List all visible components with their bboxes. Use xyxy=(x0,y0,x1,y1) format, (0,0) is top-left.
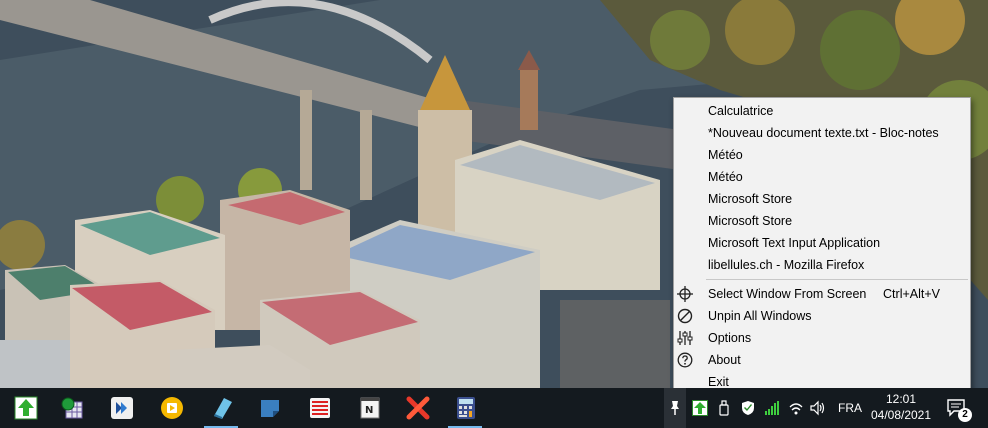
menu-item-window-1[interactable]: Calculatrice xyxy=(674,100,970,122)
taskbar-app-upload[interactable] xyxy=(4,388,46,428)
menu-item-label: Microsoft Text Input Application xyxy=(708,236,881,250)
menu-item-window-6[interactable]: Microsoft Store xyxy=(674,210,970,232)
select-window-from-screen-item[interactable]: Select Window From Screen Ctrl+Alt+V xyxy=(674,283,970,305)
svg-text:N: N xyxy=(365,405,373,416)
menu-item-label: libellules.ch - Mozilla Firefox xyxy=(708,258,865,272)
usb-drive-icon[interactable] xyxy=(716,400,732,416)
taskbar-app-red-x[interactable] xyxy=(396,388,438,428)
about-item[interactable]: About xyxy=(674,349,970,371)
menu-item-label: Exit xyxy=(708,375,729,389)
menu-item-window-5[interactable]: Microsoft Store xyxy=(674,188,970,210)
menu-item-label: Microsoft Store xyxy=(708,192,793,206)
notes-book-icon xyxy=(214,398,232,419)
notepad-icon: N xyxy=(360,397,380,419)
green-upload-arrow-icon[interactable] xyxy=(692,400,708,416)
menu-item-window-4[interactable]: Météo xyxy=(674,166,970,188)
menu-item-window-2[interactable]: *Nouveau document texte.txt - Bloc-notes xyxy=(674,122,970,144)
wifi-icon[interactable] xyxy=(788,400,804,416)
menu-item-label: Microsoft Store xyxy=(708,214,793,228)
unpin-all-windows-item[interactable]: Unpin All Windows xyxy=(674,305,970,327)
taskbar-app-spreadsheet[interactable] xyxy=(50,388,92,428)
taskbar-app-remote[interactable] xyxy=(100,388,142,428)
menu-item-label: *Nouveau document texte.txt - Bloc-notes xyxy=(708,126,939,140)
red-x-icon xyxy=(406,396,430,420)
taskbar-app-notepad[interactable]: N xyxy=(348,388,390,428)
pin-app-context-menu: Calculatrice *Nouveau document texte.txt… xyxy=(673,97,971,393)
media-player-icon xyxy=(161,397,183,419)
taskbar: N FRA 12:01 04/08/2021 2 xyxy=(0,388,988,428)
taskbar-app-calculator[interactable] xyxy=(444,388,486,428)
clock-date: 04/08/2021 xyxy=(870,408,932,422)
menu-item-window-8[interactable]: libellules.ch - Mozilla Firefox xyxy=(674,254,970,276)
notification-count-badge: 2 xyxy=(958,408,972,422)
crosshair-icon xyxy=(677,286,693,302)
pin-tray-button[interactable] xyxy=(664,388,686,428)
prohibited-icon xyxy=(677,308,693,324)
shield-check-icon[interactable] xyxy=(740,400,756,416)
menu-item-label: Météo xyxy=(708,170,743,184)
spreadsheet-globe-icon xyxy=(61,397,83,419)
taskbar-app-striped-list[interactable] xyxy=(298,388,340,428)
pin-icon xyxy=(671,401,679,415)
menu-separator xyxy=(706,279,968,280)
menu-item-label: About xyxy=(708,353,741,367)
striped-list-icon xyxy=(310,398,330,418)
menu-item-label: Options xyxy=(708,331,752,345)
input-language-indicator[interactable]: FRA xyxy=(838,388,862,428)
taskbar-app-notes-book[interactable] xyxy=(200,388,242,428)
calculator-icon xyxy=(457,397,475,419)
taskbar-app-media-player[interactable] xyxy=(150,388,192,428)
signal-bars-icon[interactable] xyxy=(764,400,780,416)
menu-item-label: Calculatrice xyxy=(708,104,774,118)
speaker-icon[interactable] xyxy=(810,400,826,416)
sliders-icon xyxy=(677,330,693,346)
green-upload-arrow-icon xyxy=(14,396,38,420)
clock-time: 12:01 xyxy=(885,392,917,406)
shortcut-label: Ctrl+Alt+V xyxy=(883,287,940,301)
sticky-note-icon xyxy=(261,400,279,417)
options-item[interactable]: Options xyxy=(674,327,970,349)
system-clock[interactable]: 12:01 04/08/2021 xyxy=(864,391,938,423)
menu-item-label: Unpin All Windows xyxy=(708,309,812,323)
menu-item-window-7[interactable]: Microsoft Text Input Application xyxy=(674,232,970,254)
remote-desktop-icon xyxy=(111,397,133,419)
question-circle-icon xyxy=(677,352,693,368)
menu-item-label: Météo xyxy=(708,148,743,162)
menu-item-label: Select Window From Screen xyxy=(708,287,867,301)
taskbar-app-sticky-note[interactable] xyxy=(248,388,290,428)
menu-item-window-3[interactable]: Météo xyxy=(674,144,970,166)
